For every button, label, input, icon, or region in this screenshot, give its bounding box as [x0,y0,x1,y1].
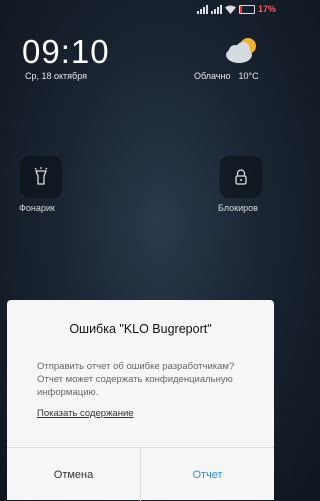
flashlight-icon [34,167,48,185]
shortcut-label-lock: Блокиров [218,203,258,213]
cancel-button[interactable]: Отмена [7,448,141,501]
dialog-message: Отправить отчет об ошибке разработчикам?… [37,361,235,398]
lock-shortcut[interactable] [219,155,263,199]
dialog-buttons: Отмена Отчет [7,447,274,501]
dialog-title: Ошибка "KLO Bugreport" [69,322,212,336]
error-dialog: Ошибка "KLO Bugreport" Отправить отчет о… [7,300,274,501]
weather-condition: Облачно [194,71,231,81]
signal-strength-icon-2 [210,4,222,14]
show-details-link[interactable]: Показать содержание [37,408,134,419]
status-bar: 17% [0,0,281,18]
flashlight-shortcut[interactable] [19,155,63,199]
weather-temperature: 10°C [238,71,259,81]
clock-time: 09:10 [22,33,110,70]
shortcut-label-flashlight: Фонарик [19,203,55,213]
signal-strength-icon [196,4,208,14]
report-button[interactable]: Отчет [141,448,274,501]
battery-icon [238,4,255,14]
partly-cloudy-icon [226,38,256,63]
battery-percent: 17% [257,4,276,14]
lock-icon [235,169,247,185]
date-label: Ср, 18 октября [25,71,87,81]
status-icons: 17% [196,4,276,14]
wifi-icon [224,5,236,14]
weather-info: Облачно 10°C [194,71,259,81]
